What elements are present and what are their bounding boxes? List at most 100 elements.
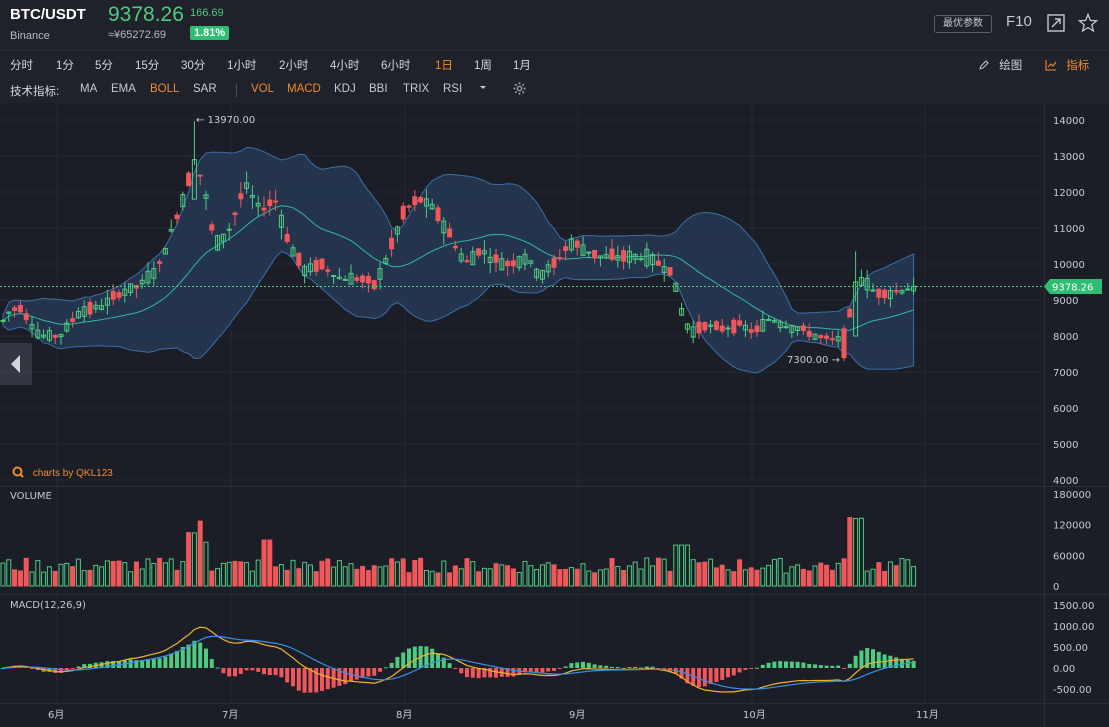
ind-macd[interactable]: MACD: [287, 83, 321, 95]
tf-fenshi[interactable]: 分时: [10, 57, 33, 73]
candle-body: [226, 228, 232, 231]
candle-body: [389, 237, 395, 250]
star-icon[interactable]: [1077, 12, 1099, 34]
candle-body: [476, 248, 482, 256]
volume-bar: [574, 568, 580, 587]
candle-body: [510, 260, 516, 267]
candle-body: [702, 322, 708, 331]
volume-bar: [452, 565, 458, 587]
macd-histogram-bar: [169, 653, 174, 668]
ind-bbi[interactable]: BBI: [369, 83, 388, 95]
price-tick: 13000: [1053, 152, 1085, 163]
cny-price: ≈¥65272.69: [108, 29, 167, 41]
macd-histogram-bar: [470, 668, 475, 678]
volume-bar: [354, 568, 360, 587]
candle-body: [87, 302, 93, 315]
candle-body: [313, 260, 319, 272]
candle-body: [365, 275, 371, 284]
ind-boll[interactable]: BOLL: [150, 83, 179, 95]
macd-tick: 0.00: [1053, 664, 1075, 675]
candle-body: [186, 172, 192, 187]
candle-body: [400, 205, 406, 220]
volume-bar: [267, 539, 273, 587]
best-params-button[interactable]: 最优参数: [934, 15, 992, 33]
volume-bar: [371, 565, 377, 587]
current-price-text: 9378.26: [1052, 283, 1093, 294]
tf-30m[interactable]: 30分: [181, 57, 205, 73]
ind-ema[interactable]: EMA: [111, 83, 136, 95]
macd-histogram-bar: [128, 659, 133, 668]
volume-bar: [876, 562, 882, 587]
volume-bar: [209, 570, 215, 587]
ind-kdj[interactable]: KDJ: [334, 83, 356, 95]
volume-bar: [313, 571, 319, 587]
candle-body: [667, 267, 673, 276]
time-tick: 10月: [743, 709, 766, 721]
candle-body: [447, 228, 453, 238]
candle-body: [360, 275, 366, 283]
price-tick: 9000: [1053, 296, 1078, 307]
ind-sar[interactable]: SAR: [193, 83, 217, 95]
tf-2h[interactable]: 2小时: [279, 57, 308, 73]
candle-body: [342, 278, 348, 281]
volume-bar: [493, 563, 499, 587]
tf-1h[interactable]: 1小时: [227, 57, 256, 73]
macd-histogram-bar: [343, 668, 348, 685]
candle-body: [621, 250, 627, 262]
tf-1d[interactable]: 1日: [435, 57, 453, 73]
price-change: 166.69: [190, 7, 224, 19]
macd-histogram-bar: [644, 666, 649, 668]
volume-bar: [319, 560, 325, 587]
macd-histogram-bar: [778, 661, 783, 668]
draw-tool[interactable]: 绘图: [978, 57, 1022, 73]
fullscreen-icon[interactable]: [1045, 12, 1067, 34]
macd-histogram-bar: [459, 668, 464, 674]
volume-bar: [261, 539, 267, 587]
f10-button[interactable]: F10: [1006, 13, 1032, 30]
tf-5m[interactable]: 5分: [95, 57, 113, 73]
ind-vol[interactable]: VOL: [251, 83, 274, 95]
macd-histogram-bar: [412, 646, 417, 668]
ind-rsi[interactable]: RSI: [443, 83, 462, 95]
macd-histogram-bar: [813, 664, 817, 668]
tf-15m[interactable]: 15分: [135, 57, 159, 73]
candle-body: [563, 246, 569, 251]
macd-histogram-bar: [627, 667, 632, 669]
indicator-bar-label: 技术指标:: [10, 86, 60, 98]
macd-histogram-bar: [401, 652, 406, 668]
volume-bar: [748, 567, 754, 587]
price-tick: 6000: [1053, 404, 1078, 415]
macd-tick: -500.00: [1053, 685, 1092, 696]
volume-bar: [893, 565, 899, 587]
macd-histogram-bar: [198, 642, 203, 668]
ind-ma[interactable]: MA: [80, 83, 97, 95]
macd-histogram-bar: [639, 667, 643, 669]
tf-1m[interactable]: 1分: [56, 57, 74, 73]
indicator-tool[interactable]: 指标: [1045, 57, 1089, 73]
volume-bar: [563, 568, 569, 587]
tf-1w[interactable]: 1周: [474, 57, 492, 73]
volume-bar: [800, 568, 806, 587]
tf-1mo[interactable]: 1月: [513, 57, 531, 73]
tf-6h[interactable]: 6小时: [381, 57, 410, 73]
volume-bar: [232, 560, 238, 587]
more-indicators-icon[interactable]: [478, 82, 488, 95]
volume-bar: [713, 567, 719, 587]
ind-trix[interactable]: TRIX: [403, 83, 429, 95]
volume-bar: [737, 559, 743, 587]
kline-chart[interactable]: 9378.26 14000 13000 12000 11000 10000 9000 800…: [0, 103, 1109, 727]
candle-body: [766, 318, 772, 321]
tf-4h[interactable]: 4小时: [330, 57, 359, 73]
scroll-left-button[interactable]: [0, 343, 32, 385]
volume-bar: [806, 570, 812, 587]
volume-pane-label: VOLUME: [10, 491, 52, 502]
macd-histogram-bar: [163, 656, 168, 668]
volume-bar: [592, 572, 598, 587]
settings-gear-icon[interactable]: [512, 81, 527, 99]
macd-histogram-bar: [378, 668, 382, 672]
macd-histogram-bar: [291, 668, 295, 687]
volume-bar: [621, 570, 627, 587]
candle-body: [354, 277, 360, 281]
macd-histogram-bar: [494, 668, 498, 678]
volume-bar: [87, 569, 93, 587]
